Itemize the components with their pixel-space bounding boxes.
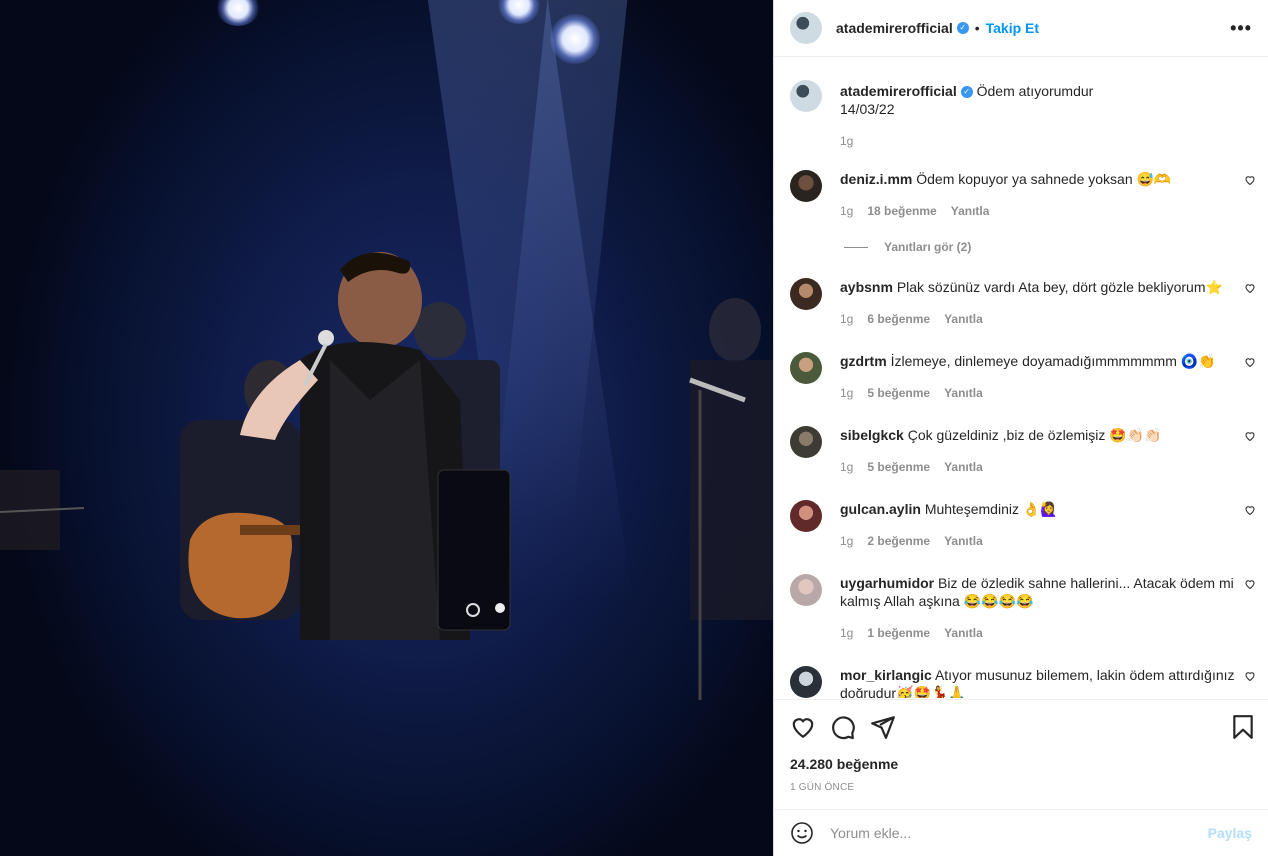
comment-time: 1g	[840, 312, 854, 326]
view-replies-button[interactable]: Yanıtları gör (2)	[844, 240, 971, 254]
comment-meta: 1g 18 beğenme Yanıtla	[840, 202, 1256, 220]
share-icon[interactable]	[870, 714, 896, 740]
comment-text: Çok güzeldiniz ,biz de özlemişiz 🤩👏🏻👏🏻	[907, 427, 1162, 443]
avatar[interactable]	[790, 170, 822, 202]
reply-button[interactable]: Yanıtla	[944, 532, 983, 550]
caption-username[interactable]: atademirerofficial	[840, 83, 957, 99]
comment-username[interactable]: aybsnm	[840, 279, 893, 295]
comment-item: gzdrtm İzlemeye, dinlemeye doyamadığımmm…	[790, 352, 1256, 402]
caption-date: 14/03/22	[840, 101, 895, 117]
comment-meta: 1g 5 beğenme Yanıtla	[840, 384, 1256, 402]
like-comment-icon[interactable]	[1244, 282, 1256, 294]
comment-body: mor_kirlangic Atıyor musunuz bilemem, la…	[840, 666, 1256, 698]
comment-time: 1g	[840, 626, 854, 640]
comment-body: sibelgkck Çok güzeldiniz ,biz de özlemiş…	[840, 426, 1256, 476]
caption-time: 1g	[840, 134, 854, 148]
avatar[interactable]	[790, 12, 822, 44]
post-actions: 24.280 beğenme 1 GÜN ÖNCE	[774, 699, 1268, 810]
reply-button[interactable]: Yanıtla	[944, 310, 983, 328]
avatar[interactable]	[790, 80, 822, 112]
like-comment-icon[interactable]	[1244, 578, 1256, 590]
comment-time: 1g	[840, 460, 854, 474]
comment-likes[interactable]: 5 beğenme	[867, 384, 930, 402]
comment-time: 1g	[840, 534, 854, 548]
caption-body: atademirerofficial ✓ Ödem atıyorumdur 14/…	[840, 82, 1256, 150]
caption: atademirerofficial ✓ Ödem atıyorumdur 14/…	[790, 80, 1256, 150]
like-comment-icon[interactable]	[1244, 356, 1256, 368]
comments-list[interactable]: atademirerofficial ✓ Ödem atıyorumdur 14/…	[774, 58, 1268, 698]
reply-button[interactable]: Yanıtla	[944, 624, 983, 642]
header-user: atademirerofficial ✓ • Takip Et	[836, 20, 1039, 36]
comment-icon[interactable]	[830, 714, 856, 740]
post-time: 1 GÜN ÖNCE	[790, 782, 855, 793]
follow-button[interactable]: Takip Et	[986, 20, 1039, 36]
avatar[interactable]	[790, 352, 822, 384]
comment-text: Ödem kopuyor ya sahnede yoksan 😅🫶	[916, 171, 1172, 187]
comment-username[interactable]: gzdrtm	[840, 353, 887, 369]
more-options-icon[interactable]: •••	[1230, 18, 1252, 39]
like-comment-icon[interactable]	[1244, 430, 1256, 442]
comment-meta: 1g 1 beğenme Yanıtla	[840, 624, 1256, 642]
comment-meta: 1g 2 beğenme Yanıtla	[840, 532, 1256, 550]
avatar[interactable]	[790, 574, 822, 606]
avatar[interactable]	[790, 666, 822, 698]
likes-count[interactable]: 24.280 beğenme	[790, 756, 898, 772]
comment-body: gulcan.aylin Muhteşemdiniz 👌🙋‍♀️ 1g 2 be…	[840, 500, 1256, 550]
comment-item: uygarhumidor Biz de özledik sahne haller…	[790, 574, 1256, 642]
view-replies-label: Yanıtları gör (2)	[884, 240, 972, 254]
like-comment-icon[interactable]	[1244, 174, 1256, 186]
comment-body: gzdrtm İzlemeye, dinlemeye doyamadığımmm…	[840, 352, 1256, 402]
verified-icon: ✓	[960, 86, 973, 99]
avatar[interactable]	[790, 426, 822, 458]
post-header: atademirerofficial ✓ • Takip Et •••	[774, 0, 1268, 57]
comment-time: 1g	[840, 386, 854, 400]
avatar[interactable]	[790, 278, 822, 310]
replies-line	[844, 246, 868, 248]
caption-text: Ödem atıyorumdur	[976, 83, 1094, 99]
comment-likes[interactable]: 2 beğenme	[867, 532, 930, 550]
comment-item: gulcan.aylin Muhteşemdiniz 👌🙋‍♀️ 1g 2 be…	[790, 500, 1256, 550]
comment-username[interactable]: sibelgkck	[840, 427, 904, 443]
comment-likes[interactable]: 18 beğenme	[867, 202, 936, 220]
reply-button[interactable]: Yanıtla	[944, 384, 983, 402]
emoji-icon[interactable]	[790, 821, 814, 845]
like-comment-icon[interactable]	[1244, 504, 1256, 516]
post-comment-button[interactable]: Paylaş	[1208, 825, 1252, 841]
comment-username[interactable]: gulcan.aylin	[840, 501, 921, 517]
comment-username[interactable]: deniz.i.mm	[840, 171, 912, 187]
comment-meta: 1g 6 beğenme Yanıtla	[840, 310, 1256, 328]
like-comment-icon[interactable]	[1244, 670, 1256, 682]
comment-text: İzlemeye, dinlemeye doyamadığımmmmmmm 🧿👏	[890, 353, 1216, 369]
comment-input[interactable]	[828, 824, 1208, 842]
comment-item: aybsnm Plak sözünüz vardı Ata bey, dört …	[790, 278, 1256, 328]
reply-button[interactable]: Yanıtla	[944, 458, 983, 476]
comment-likes[interactable]: 1 beğenme	[867, 624, 930, 642]
avatar[interactable]	[790, 500, 822, 532]
comment-body: uygarhumidor Biz de özledik sahne haller…	[840, 574, 1256, 642]
comment-text: Muhteşemdiniz 👌🙋‍♀️	[924, 501, 1058, 517]
comment-item: sibelgkck Çok güzeldiniz ,biz de özlemiş…	[790, 426, 1256, 476]
header-username[interactable]: atademirerofficial	[836, 20, 953, 36]
verified-icon: ✓	[956, 22, 969, 34]
comment-likes[interactable]: 5 beğenme	[867, 458, 930, 476]
like-icon[interactable]	[790, 714, 816, 740]
comment-meta: 1g 5 beğenme Yanıtla	[840, 458, 1256, 476]
save-icon[interactable]	[1230, 714, 1256, 740]
comment-username[interactable]: mor_kirlangic	[840, 667, 932, 683]
reply-button[interactable]: Yanıtla	[951, 202, 990, 220]
comment-item: mor_kirlangic Atıyor musunuz bilemem, la…	[790, 666, 1256, 698]
post-photo[interactable]	[0, 0, 773, 856]
separator-dot: •	[974, 20, 980, 36]
comment-body: aybsnm Plak sözünüz vardı Ata bey, dört …	[840, 278, 1256, 328]
add-comment-bar: Paylaş	[774, 809, 1268, 856]
comment-username[interactable]: uygarhumidor	[840, 575, 934, 591]
comment-likes[interactable]: 6 beğenme	[867, 310, 930, 328]
comment-text: Plak sözünüz vardı Ata bey, dört gözle b…	[896, 279, 1223, 295]
comment-item: deniz.i.mm Ödem kopuyor ya sahnede yoksa…	[790, 170, 1256, 220]
comment-body: deniz.i.mm Ödem kopuyor ya sahnede yoksa…	[840, 170, 1256, 220]
concert-scene	[0, 252, 773, 700]
caption-meta: 1g	[840, 132, 1256, 150]
comment-time: 1g	[840, 204, 854, 218]
post-side-panel: atademirerofficial ✓ • Takip Et ••• atad…	[773, 0, 1268, 856]
